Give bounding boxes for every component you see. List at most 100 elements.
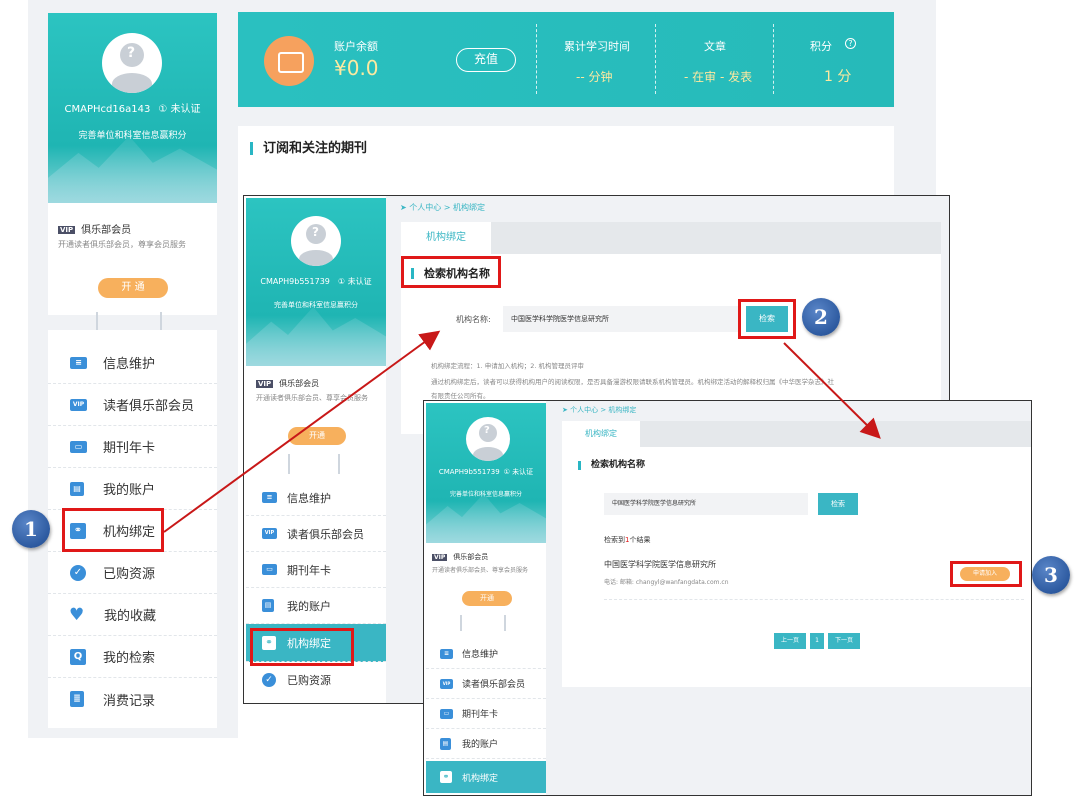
divider [773,24,774,94]
institution-name-label: 机构名称: [456,315,491,324]
complete-info-link[interactable]: 完善单位和科室信息赢积分 [426,489,546,498]
sidebar-item-label: 我的检索 [103,651,156,666]
sidebar-item-favorites[interactable]: ♥ 我的收藏 [48,594,217,636]
vip-card-icon: VIP [440,678,453,689]
sidebar-item-club[interactable]: VIP 读者俱乐部会员 [246,516,386,552]
tab-institution-binding[interactable]: 机构绑定 [401,222,491,254]
sidebar-item-info[interactable]: ≡ 信息维护 [426,639,546,669]
heart-icon: ♥ [69,604,85,625]
unverified-badge[interactable]: ① 未认证 [158,104,200,115]
username: CMAPH9b551739 [260,277,330,286]
open-vip-button[interactable]: 开通 [462,591,512,606]
sidebar-item-info[interactable]: ≡ 信息维护 [48,342,217,384]
prev-page-button[interactable]: 上一页 [774,633,806,649]
sidebar-item-club[interactable]: VIP 读者俱乐部会员 [426,669,546,699]
complete-info-link[interactable]: 完善单位和科室信息赢积分 [48,128,217,141]
card-icon: ▭ [440,708,453,719]
username: CMAPH9b551739 [438,468,500,476]
unverified-badge[interactable]: ① 未认证 [338,277,372,286]
balance-value: ¥0.0 [334,56,379,80]
search-button[interactable]: 检索 [818,493,858,515]
step-3-badge: 3 [1032,556,1070,594]
question-mark-icon: ? [127,45,136,61]
help-icon[interactable]: ? [845,38,856,49]
unverified-badge[interactable]: ① 未认证 [504,468,534,476]
sidebar-menu: ≡ 信息维护 VIP 读者俱乐部会员 ▭ 期刊年卡 ▤ 我的账户 ⚭ 机构绑定 [426,631,546,795]
sidebar-item-label: 我的账户 [103,483,156,498]
sidebar-item-annual-card[interactable]: ▭ 期刊年卡 [48,426,217,468]
vip-tag: VIP [432,553,448,561]
breadcrumb[interactable]: 个人中心 > 机构绑定 [570,406,636,414]
vip-description: 开通读者俱乐部会员、尊享会员服务 [256,394,368,402]
chain-decoration [288,454,290,476]
sidebar-item-club[interactable]: VIP 读者俱乐部会员 [48,384,217,426]
tab-institution-binding[interactable]: 机构绑定 [562,421,640,447]
id-card-icon: ≡ [262,492,277,503]
study-time-label: 累计学习时间 [564,40,630,53]
avatar[interactable]: ? [291,216,341,266]
sidebar-item-purchased[interactable]: ✓ 已购资源 [48,552,217,594]
profile-card: ? CMAPHcd16a143 ① 未认证 完善单位和科室信息赢积分 [48,13,217,203]
highlight-search-button [738,299,796,339]
sidebar-item-label: 信息维护 [103,357,156,372]
highlight-institution-menu [250,628,354,666]
result-institution-name[interactable]: 中国医学科学院医学信息研究所 [604,559,716,570]
vip-card: VIP 俱乐部会员 开通读者俱乐部会员，尊享会员服务 开 通 [48,203,217,315]
sidebar-item-account[interactable]: ▤ 我的账户 [48,468,217,510]
binding-explanation: 通过机构绑定后，读者可以获得机构用户的阅读权限，是否具备漫游权限请联系机构管理员… [431,378,834,386]
step-1-badge: 1 [12,510,50,548]
sidebar-item-account[interactable]: ▤ 我的账户 [246,588,386,624]
result-suffix: 个结果 [629,536,651,544]
complete-info-link[interactable]: 完善单位和科室信息赢积分 [246,300,386,310]
vip-card-icon: VIP [262,528,277,539]
institution-search-input[interactable]: 中国医学科学院医学信息研究所 [503,306,739,332]
sidebar-item-label: 期刊年卡 [287,563,331,577]
page-1-button[interactable]: 1 [810,633,824,649]
highlight-apply-button [950,561,1022,587]
balance-label: 账户余额 [334,40,378,53]
sidebar-item-institution[interactable]: ⚭ 机构绑定 [426,761,546,793]
sidebar-item-label: 读者俱乐部会员 [287,527,364,541]
sidebar-item-account[interactable]: ▤ 我的账户 [426,729,546,759]
vip-tag: VIP [58,226,76,234]
sidebar-item-label: 我的账户 [462,740,499,750]
vip-card: VIP 俱乐部会员 开通读者俱乐部会员、尊享会员服务 开通 [246,366,386,468]
check-circle-icon: ✓ [262,673,276,687]
sidebar-item-annual-card[interactable]: ▭ 期刊年卡 [246,552,386,588]
points-value: 1 分 [824,69,852,85]
sidebar-item-label: 机构绑定 [462,773,499,784]
result-prefix: 检索到 [604,536,625,544]
vip-card: VIP 俱乐部会员 开通读者俱乐部会员、尊享会员服务 开通 [426,543,546,629]
vip-description: 开通读者俱乐部会员，尊享会员服务 [58,240,186,249]
sidebar-item-label: 已购资源 [287,674,331,687]
vip-title: 俱乐部会员 [453,553,489,561]
open-vip-button[interactable]: 开通 [288,427,346,445]
profile-card: ? CMAPH9b551739 ① 未认证 完善单位和科室信息赢积分 [246,198,386,366]
sidebar-item-label: 期刊年卡 [103,441,156,456]
sidebar-menu: ≡ 信息维护 VIP 读者俱乐部会员 ▭ 期刊年卡 ▤ 我的账户 ⚭ 机构绑定 … [246,474,386,703]
sidebar-item-info[interactable]: ≡ 信息维护 [246,480,386,516]
username: CMAPHcd16a143 [64,104,151,115]
account-icon: ▤ [440,737,451,750]
avatar[interactable]: ? [466,417,510,461]
id-card-icon: ≡ [70,356,87,369]
next-page-button[interactable]: 下一页 [828,633,860,649]
open-vip-button[interactable]: 开 通 [98,278,168,298]
sidebar-item-purchased[interactable]: ✓ 已购资源 [246,662,386,698]
card-icon: ▭ [70,440,87,453]
vip-title: 俱乐部会员 [279,379,320,388]
sidebar-item-label: 读者俱乐部会员 [103,399,195,414]
account-stats-bar: 账户余额 ¥0.0 充值 累计学习时间 -- 分钟 文章 - 在审 - 发表 积… [238,12,894,107]
step-2-badge: 2 [802,298,840,336]
breadcrumb[interactable]: 个人中心 > 机构绑定 [409,203,485,212]
institution-search-input[interactable]: 中国医学科学院医学信息研究所 [604,493,808,515]
account-icon: ▤ [262,599,274,612]
avatar[interactable]: ? [102,33,162,93]
location-arrow-icon: ➤ [400,203,410,212]
chain-decoration [338,454,340,476]
sidebar-item-searches[interactable]: Q 我的检索 [48,636,217,678]
sidebar-item-annual-card[interactable]: ▭ 期刊年卡 [426,699,546,729]
recharge-button[interactable]: 充值 [456,48,516,72]
sidebar-item-consumption[interactable]: ≣ 消费记录 [48,678,217,720]
highlight-section-title [401,256,501,288]
